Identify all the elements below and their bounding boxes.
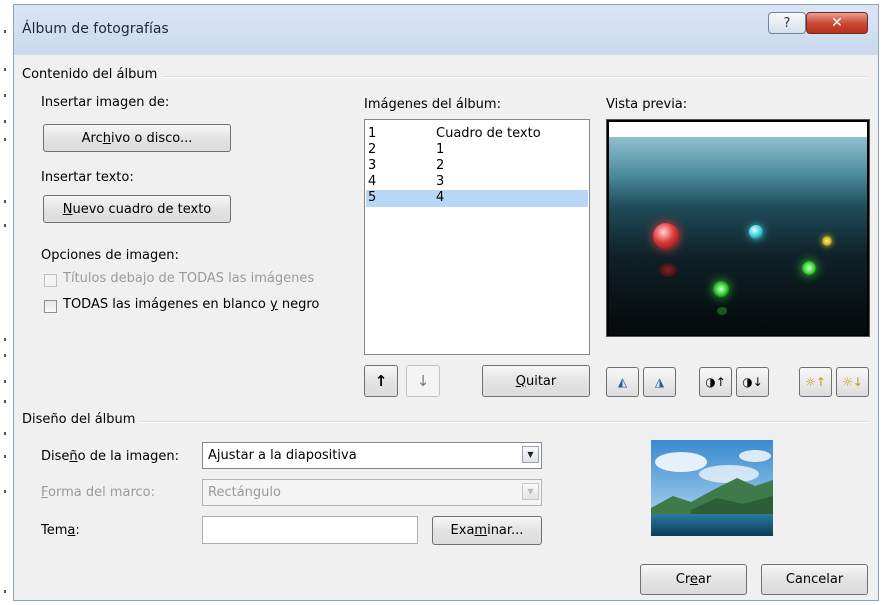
arrow-up-icon: ↑ <box>374 372 388 390</box>
title-bar[interactable]: Álbum de fotografías ? ✕ <box>14 5 878 55</box>
picture-layout-label: Diseño de la imagen: <box>41 449 179 464</box>
brightness-down-icon: ☼↓ <box>842 375 863 389</box>
frame-shape-select[interactable]: Rectángulo ▼ <box>202 479 542 506</box>
list-item[interactable]: 43 <box>366 174 588 191</box>
remove-button[interactable]: Quitar <box>482 365 590 397</box>
frame-shape-label: Forma del marco: <box>41 485 156 500</box>
brightness-down-button[interactable]: ☼↓ <box>836 367 869 397</box>
rotate-left-button[interactable]: ◭ <box>606 367 639 397</box>
new-textbox-button[interactable]: Nuevo cuadro de texto <box>43 195 231 223</box>
browse-button-label: Examinar... <box>450 523 524 538</box>
captions-checkbox[interactable] <box>44 274 57 287</box>
rotate-right-icon: ◮ <box>654 375 665 389</box>
brightness-up-icon: ☼↑ <box>805 375 826 389</box>
photo-album-dialog: Álbum de fotografías ? ✕ Contenido del á… <box>13 4 879 601</box>
album-pictures-list[interactable]: 1 Cuadro de texto 21 32 43 54 <box>364 119 590 355</box>
list-item[interactable]: 32 <box>366 158 588 175</box>
album-layout-divider <box>24 421 868 423</box>
remove-button-label: Quitar <box>515 373 557 389</box>
album-pictures-label: Imágenes del álbum: <box>364 97 501 112</box>
move-up-button[interactable]: ↑ <box>364 365 398 397</box>
create-button-label: Crear <box>675 572 712 587</box>
picture-layout-select[interactable]: Ajustar a la diapositiva ▼ <box>202 442 542 469</box>
file-disk-button-label: Archivo o disco... <box>81 130 193 146</box>
album-content-group-label: Contenido del álbum <box>22 67 164 82</box>
black-white-checkbox-label: TODAS las imágenes en blanco y negro <box>63 297 320 312</box>
cancel-button[interactable]: Cancelar <box>761 564 868 595</box>
captions-checkbox-label: Títulos debajo de TODAS las imágenes <box>63 271 315 286</box>
picture-layout-value: Ajustar a la diapositiva <box>208 448 357 463</box>
cancel-button-label: Cancelar <box>785 572 844 587</box>
preview-image <box>606 119 870 337</box>
preview-label: Vista previa: <box>606 97 688 112</box>
list-item[interactable]: 21 <box>366 142 588 159</box>
frame-shape-value: Rectángulo <box>208 485 281 500</box>
new-textbox-button-label: Nuevo cuadro de texto <box>62 201 212 217</box>
contrast-up-icon: ◑↑ <box>705 375 726 389</box>
list-item[interactable]: 1 Cuadro de texto <box>366 126 588 143</box>
album-layout-group-label: Diseño del álbum <box>22 412 142 427</box>
file-disk-button[interactable]: Archivo o disco... <box>43 124 231 152</box>
picture-options-label: Opciones de imagen: <box>41 248 179 263</box>
background-edge-marks <box>4 30 6 593</box>
dialog-content: Contenido del álbum Insertar imagen de: … <box>14 55 878 600</box>
brightness-up-button[interactable]: ☼↑ <box>799 367 832 397</box>
list-item-selected[interactable]: 54 <box>366 190 588 207</box>
layout-preview-thumbnail <box>651 440 773 536</box>
close-button[interactable]: ✕ <box>806 12 868 34</box>
chevron-down-icon: ▼ <box>522 446 539 463</box>
black-white-checkbox[interactable] <box>44 300 57 313</box>
dialog-title: Álbum de fotografías <box>22 21 169 37</box>
arrow-down-icon: ↓ <box>416 372 430 390</box>
close-icon: ✕ <box>831 15 843 31</box>
contrast-down-button[interactable]: ◑↓ <box>736 367 769 397</box>
contrast-down-icon: ◑↓ <box>742 375 763 389</box>
help-button[interactable]: ? <box>768 12 806 34</box>
theme-label: Tema: <box>41 523 80 538</box>
insert-text-label: Insertar texto: <box>41 170 134 185</box>
move-down-button[interactable]: ↓ <box>406 365 440 397</box>
create-button[interactable]: Crear <box>640 564 747 595</box>
rotate-left-icon: ◭ <box>617 375 628 389</box>
help-icon: ? <box>783 15 791 31</box>
insert-picture-label: Insertar imagen de: <box>41 95 170 110</box>
chevron-down-icon: ▼ <box>522 483 539 500</box>
theme-input[interactable] <box>202 516 418 544</box>
rotate-right-button[interactable]: ◮ <box>643 367 676 397</box>
browse-button[interactable]: Examinar... <box>432 516 542 545</box>
contrast-up-button[interactable]: ◑↑ <box>699 367 732 397</box>
